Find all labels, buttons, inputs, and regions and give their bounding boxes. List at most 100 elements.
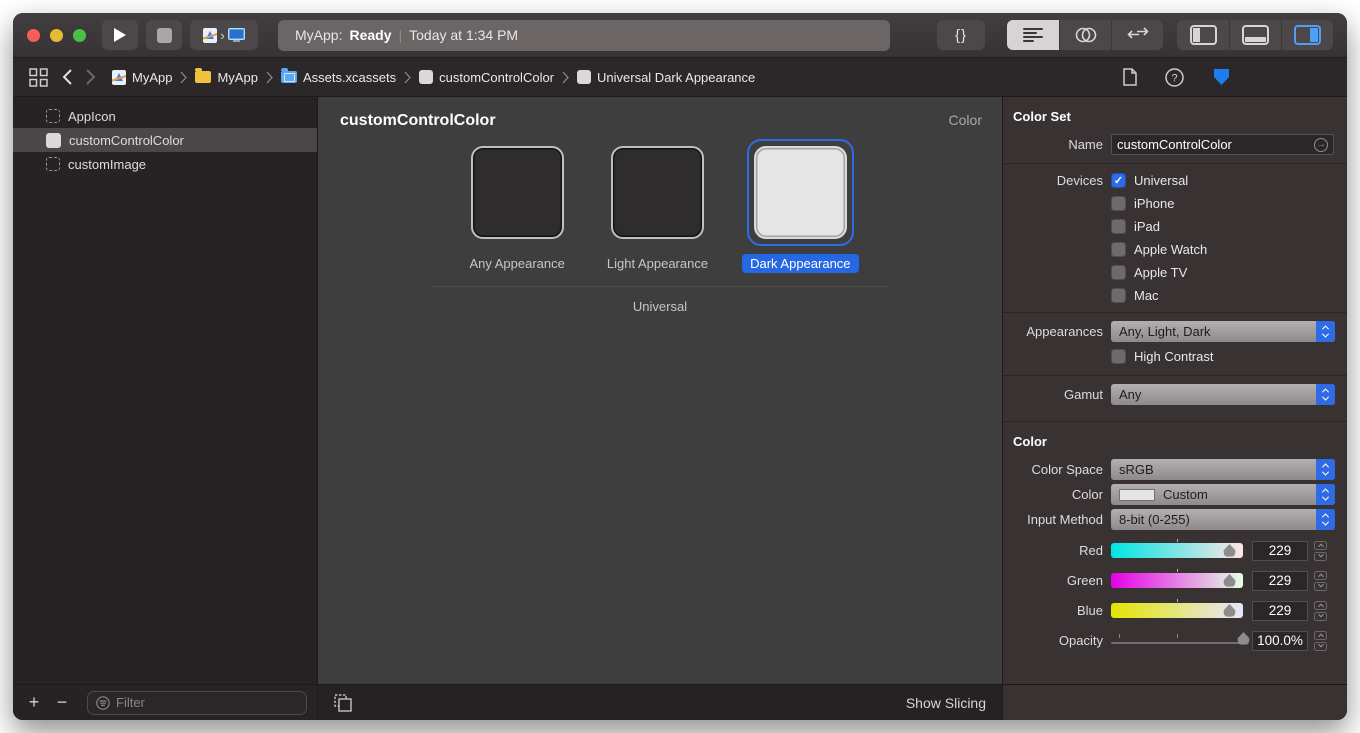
- well-label-light: Light Appearance: [599, 254, 716, 273]
- opacity-value-field[interactable]: 100.0%: [1252, 631, 1308, 651]
- sidebar-item-customimage[interactable]: customImage: [13, 152, 317, 176]
- red-stepper[interactable]: [1314, 541, 1327, 561]
- checkbox-apple-tv[interactable]: ✓: [1111, 265, 1126, 280]
- add-asset-button[interactable]: +: [23, 692, 45, 713]
- breadcrumb-group[interactable]: MyApp: [195, 70, 257, 85]
- color-well-light-appearance[interactable]: [611, 146, 704, 239]
- toggle-navigator-button[interactable]: [1177, 20, 1229, 50]
- traffic-lights: [27, 29, 86, 42]
- sidebar-item-customcontrolcolor[interactable]: customControlColor: [13, 128, 317, 152]
- attributes-inspector-tab[interactable]: [1212, 67, 1231, 87]
- opacity-stepper[interactable]: [1314, 631, 1327, 651]
- popup-chevrons-icon: [1316, 484, 1335, 505]
- checkbox-apple-watch[interactable]: ✓: [1111, 242, 1126, 257]
- assistant-editor-button[interactable]: [1059, 20, 1111, 50]
- file-inspector-tab[interactable]: [1123, 68, 1137, 86]
- popup-value: Custom: [1163, 487, 1208, 502]
- slider-thumb[interactable]: [1223, 604, 1236, 617]
- related-items-icon[interactable]: [29, 68, 48, 87]
- slider-thumb[interactable]: [1223, 574, 1236, 587]
- section-divider: [1003, 421, 1347, 422]
- color-well-any-appearance[interactable]: [471, 146, 564, 239]
- checkbox-ipad[interactable]: ✓: [1111, 219, 1126, 234]
- input-method-popup[interactable]: 8-bit (0-255): [1111, 509, 1335, 530]
- appearances-label: Appearances: [1003, 324, 1111, 339]
- red-slider[interactable]: [1111, 543, 1243, 558]
- color-well-dark-appearance[interactable]: [754, 146, 847, 239]
- green-slider[interactable]: [1111, 573, 1243, 588]
- well-label-dark: Dark Appearance: [742, 254, 858, 273]
- stop-button[interactable]: [146, 20, 182, 50]
- show-slicing-button[interactable]: Show Slicing: [906, 695, 986, 711]
- remove-asset-button[interactable]: −: [51, 692, 73, 713]
- breadcrumb-label: Universal Dark Appearance: [597, 70, 755, 85]
- filter-field[interactable]: [87, 691, 307, 715]
- breadcrumb-project[interactable]: MyApp: [112, 70, 172, 85]
- blue-slider[interactable]: [1111, 603, 1243, 618]
- name-field[interactable]: →: [1111, 134, 1334, 155]
- toggle-debug-area-button[interactable]: [1229, 20, 1281, 50]
- breadcrumb-asset-catalog[interactable]: Assets.xcassets: [281, 70, 396, 85]
- well-group-any: Any Appearance: [461, 139, 572, 273]
- color-space-popup[interactable]: sRGB: [1111, 459, 1335, 480]
- slider-thumb[interactable]: [1223, 544, 1236, 557]
- breadcrumb-label: MyApp: [217, 70, 257, 85]
- blue-label: Blue: [1003, 603, 1111, 618]
- jump-to-asset-icon[interactable]: →: [1314, 138, 1328, 152]
- standard-editor-icon: [1023, 27, 1043, 43]
- divider: [1003, 375, 1347, 376]
- opacity-slider[interactable]: [1111, 642, 1243, 644]
- breadcrumb-colorset[interactable]: customControlColor: [419, 70, 554, 85]
- version-editor-button[interactable]: [1111, 20, 1163, 50]
- color-popup[interactable]: Custom: [1111, 484, 1335, 505]
- editor-mode-segmented-control: [1007, 20, 1163, 50]
- activity-status: Ready: [349, 27, 391, 43]
- name-input[interactable]: [1117, 137, 1314, 152]
- filter-input[interactable]: [116, 695, 298, 710]
- blue-stepper[interactable]: [1314, 601, 1327, 621]
- scheme-selector[interactable]: ›: [190, 20, 258, 50]
- back-button[interactable]: [62, 69, 72, 85]
- close-window-button[interactable]: [27, 29, 40, 42]
- checkbox-high-contrast[interactable]: ✓: [1111, 349, 1126, 364]
- device-apple-tv-row: ✓ Apple TV: [1111, 264, 1207, 281]
- toggle-inspector-button[interactable]: [1281, 20, 1333, 50]
- red-value-field[interactable]: 229: [1252, 541, 1308, 561]
- checkbox-iphone[interactable]: ✓: [1111, 196, 1126, 211]
- well-group-dark: Dark Appearance: [742, 139, 858, 273]
- popup-value: Any: [1119, 387, 1141, 402]
- minimize-window-button[interactable]: [50, 29, 63, 42]
- inspector-bottom-bar: [1003, 684, 1347, 720]
- color-label: Color: [1003, 487, 1111, 502]
- run-button[interactable]: [102, 20, 138, 50]
- breadcrumb-label: Assets.xcassets: [303, 70, 396, 85]
- breadcrumb-label: customControlColor: [439, 70, 554, 85]
- breadcrumb-variant[interactable]: Universal Dark Appearance: [577, 70, 755, 85]
- gamut-popup[interactable]: Any: [1111, 384, 1335, 405]
- quick-help-tab[interactable]: ?: [1165, 68, 1184, 87]
- sidebar-item-appicon[interactable]: AppIcon: [13, 104, 317, 128]
- name-label: Name: [1003, 137, 1111, 152]
- checkbox-universal[interactable]: ✓: [1111, 173, 1126, 188]
- debug-area-panel-icon: [1242, 25, 1269, 45]
- breadcrumb-separator-icon: [562, 71, 569, 84]
- checkbox-label: Mac: [1134, 288, 1159, 303]
- green-stepper[interactable]: [1314, 571, 1327, 591]
- checkbox-label: Apple TV: [1134, 265, 1187, 280]
- color-set-section-title: Color Set: [1003, 105, 1347, 130]
- forward-button[interactable]: [86, 69, 96, 85]
- show-outlines-button[interactable]: [334, 694, 352, 712]
- slider-thumb[interactable]: [1237, 632, 1250, 645]
- zoom-window-button[interactable]: [73, 29, 86, 42]
- checkbox-mac[interactable]: ✓: [1111, 288, 1126, 303]
- appearances-popup[interactable]: Any, Light, Dark: [1111, 321, 1335, 342]
- blue-value-field[interactable]: 229: [1252, 601, 1308, 621]
- device-mac-row: ✓ Mac: [1111, 287, 1207, 304]
- color-swatch: [1119, 489, 1155, 501]
- stop-icon: [157, 28, 172, 43]
- library-button[interactable]: {}: [937, 20, 985, 50]
- opacity-label: Opacity: [1003, 633, 1111, 648]
- green-value-field[interactable]: 229: [1252, 571, 1308, 591]
- app-project-icon: [112, 70, 126, 85]
- standard-editor-button[interactable]: [1007, 20, 1059, 50]
